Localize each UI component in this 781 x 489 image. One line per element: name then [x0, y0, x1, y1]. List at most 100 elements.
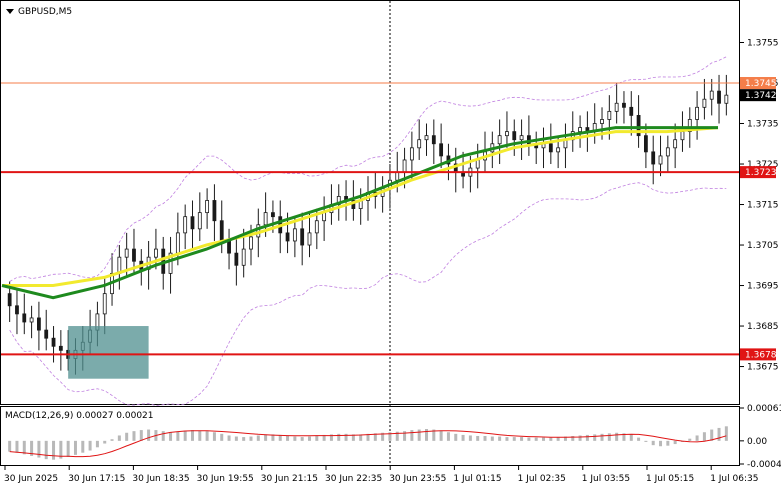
macd-histogram-bar [249, 436, 253, 441]
time-tick-label: 1 Jul 06:35 [710, 474, 758, 484]
price-tick-label: 1.3715 [747, 201, 779, 211]
macd-histogram-bar [176, 431, 180, 441]
macd-histogram-bar [264, 434, 268, 441]
macd-histogram-bar [688, 438, 692, 441]
bullish-candle [614, 102, 619, 112]
time-tick-label: 30 Jun 17:15 [68, 474, 125, 484]
macd-histogram-bar [673, 440, 677, 445]
macd-histogram-bar [490, 436, 494, 441]
time-tick-label: 1 Jul 05:15 [646, 474, 694, 484]
bearish-candle [190, 216, 195, 230]
macd-histogram-bar [125, 432, 129, 441]
bearish-candle [300, 228, 305, 246]
price-level-tag-label: 1.3678 [745, 350, 777, 360]
macd-histogram-bar [446, 432, 450, 441]
macd-histogram-bar [212, 432, 216, 441]
price-tick-label: 1.3695 [747, 282, 779, 292]
bullish-candle [102, 293, 107, 315]
bearish-candle [439, 143, 444, 157]
macd-histogram-bar [644, 440, 648, 442]
price-level-tag-label: 1.3723 [745, 168, 777, 178]
macd-histogram-bar [454, 433, 458, 441]
macd-histogram-bar [717, 427, 721, 441]
bullish-candle [695, 106, 699, 120]
bullish-candle [292, 228, 297, 242]
time-tick-label: 30 Jun 21:15 [261, 474, 318, 484]
bullish-candle [402, 159, 407, 173]
macd-histogram-bar [520, 437, 524, 441]
macd-histogram-bar [256, 435, 260, 441]
bearish-candle [234, 252, 239, 266]
time-tick-label: 30 Jun 19:55 [197, 474, 254, 484]
bullish-candle [175, 232, 180, 254]
macd-histogram-bar [337, 433, 341, 441]
macd-histogram-bar [139, 430, 143, 441]
macd-histogram-bar [695, 435, 699, 441]
macd-histogram-bar [220, 433, 224, 441]
bearish-candle [622, 102, 626, 108]
macd-histogram-bar [476, 436, 480, 441]
bullish-candle [505, 131, 509, 137]
time-tick-label: 30 Jun 22:35 [325, 474, 382, 484]
macd-histogram-bar [183, 430, 187, 441]
bearish-candle [37, 317, 41, 331]
current-price-label: 1.3742 [745, 91, 777, 101]
macd-histogram-bar [234, 436, 238, 441]
bullish-candle [307, 232, 312, 246]
time-tick-label: 1 Jul 01:15 [453, 474, 501, 484]
bearish-candle [212, 200, 217, 222]
bearish-candle [51, 337, 56, 347]
bearish-candle [548, 143, 553, 153]
macd-histogram-bar [505, 437, 509, 441]
macd-histogram-bar [147, 429, 151, 441]
macd-histogram-bar [22, 440, 26, 455]
bearish-candle [15, 305, 19, 315]
macd-histogram-bar [534, 437, 538, 441]
macd-histogram-bar [527, 437, 531, 441]
bullish-candle [249, 236, 253, 250]
macd-histogram-bar [73, 440, 77, 455]
bearish-candle [431, 135, 436, 145]
bearish-candle [651, 151, 656, 165]
bearish-candle [7, 293, 12, 307]
macd-histogram-bar [286, 436, 290, 441]
bullish-candle [417, 139, 422, 149]
bullish-candle [322, 212, 327, 222]
bullish-candle [556, 147, 561, 153]
price-tick-label: 1.3755 [747, 39, 779, 49]
macd-histogram-bar [417, 429, 421, 441]
macd-histogram-bar [169, 432, 173, 441]
macd-histogram-bar [637, 437, 641, 441]
macd-histogram-bar [117, 435, 121, 441]
bullish-candle [578, 127, 582, 133]
bullish-candle [154, 248, 158, 258]
macd-histogram-bar [293, 436, 297, 441]
bullish-candle [673, 139, 678, 149]
bearish-candle [629, 106, 634, 116]
bullish-candle [702, 98, 707, 108]
price-tick-label: 1.3705 [747, 241, 779, 251]
macd-histogram-bar [600, 433, 604, 441]
macd-histogram-bar [578, 435, 582, 441]
macd-histogram-bar [549, 437, 553, 441]
macd-histogram-bar [15, 440, 19, 453]
macd-tick-label: 0.00061 [747, 404, 781, 414]
macd-label: MACD(12,26,9) 0.00027 0.00021 [5, 411, 154, 421]
bullish-candle [409, 147, 414, 161]
macd-histogram-bar [81, 440, 85, 453]
macd-histogram-bar [205, 431, 209, 441]
bearish-candle [219, 220, 224, 242]
bearish-candle [643, 135, 648, 153]
macd-histogram-bar [607, 433, 611, 441]
time-tick-label: 30 Jun 2025 [4, 474, 58, 484]
macd-histogram-bar [95, 440, 99, 448]
macd-histogram-bar [439, 430, 443, 441]
macd-histogram-bar [132, 431, 136, 441]
time-tick-label: 30 Jun 18:35 [132, 474, 189, 484]
bullish-candle [658, 155, 663, 165]
macd-histogram-bar [103, 440, 107, 444]
macd-histogram-bar [659, 440, 663, 447]
macd-histogram-bar [37, 440, 41, 458]
price-level-tag-label: 1.3745 [745, 79, 777, 89]
macd-histogram-bar [66, 440, 70, 457]
